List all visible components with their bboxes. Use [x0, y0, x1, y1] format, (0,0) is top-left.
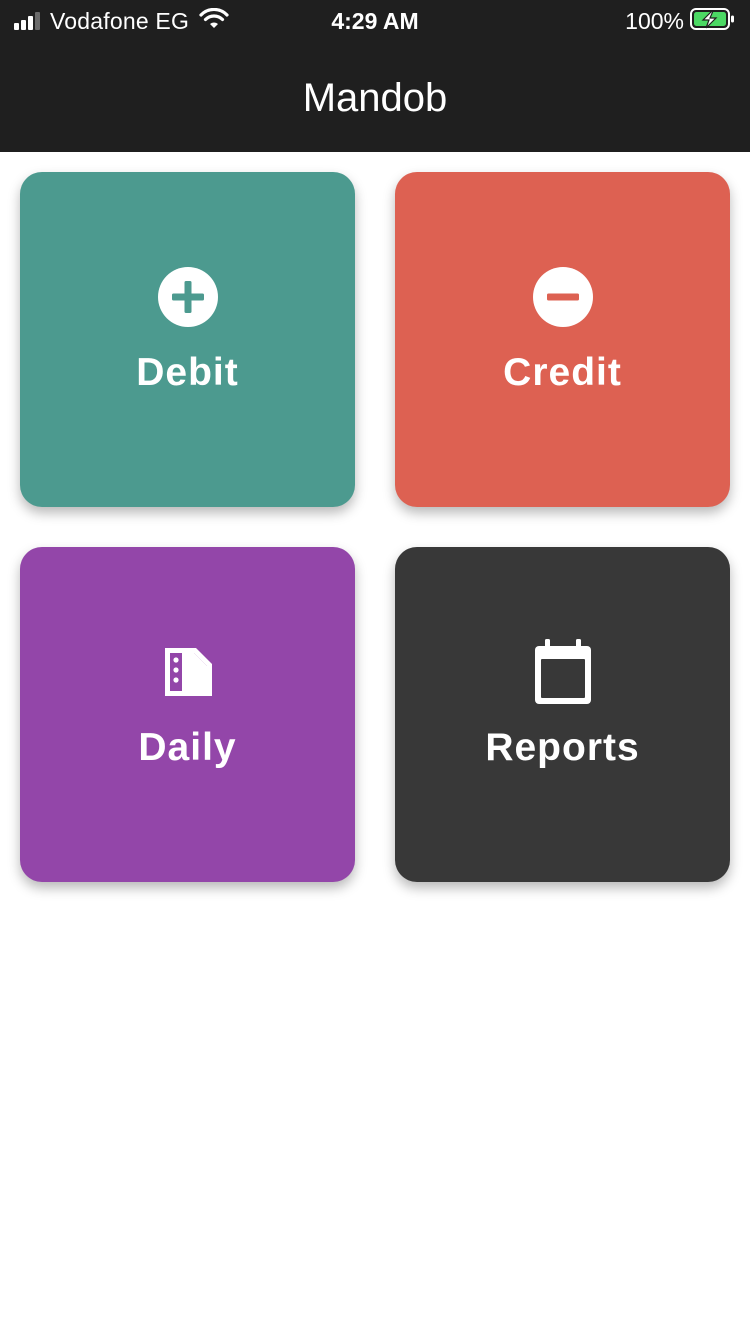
reports-label: Reports [485, 726, 640, 769]
battery-percent: 100% [625, 7, 684, 34]
status-bar: Vodafone EG 4:29 AM 100% [0, 0, 750, 40]
status-bar-right: 100% [625, 6, 736, 36]
plus-circle-icon [20, 262, 355, 332]
daily-button[interactable]: Daily [20, 547, 355, 882]
battery-charging-icon [690, 7, 736, 36]
document-icon [20, 637, 355, 707]
debit-label: Debit [136, 351, 239, 394]
credit-button[interactable]: Credit [395, 172, 730, 507]
app-header: Vodafone EG 4:29 AM 100% Mandob [0, 0, 750, 152]
minus-circle-icon [395, 262, 730, 332]
debit-button[interactable]: Debit [20, 172, 355, 507]
credit-label: Credit [503, 351, 622, 394]
calendar-icon [395, 637, 730, 707]
page-title: Mandob [302, 76, 448, 120]
reports-button[interactable]: Reports [395, 547, 730, 882]
daily-label: Daily [138, 726, 237, 769]
